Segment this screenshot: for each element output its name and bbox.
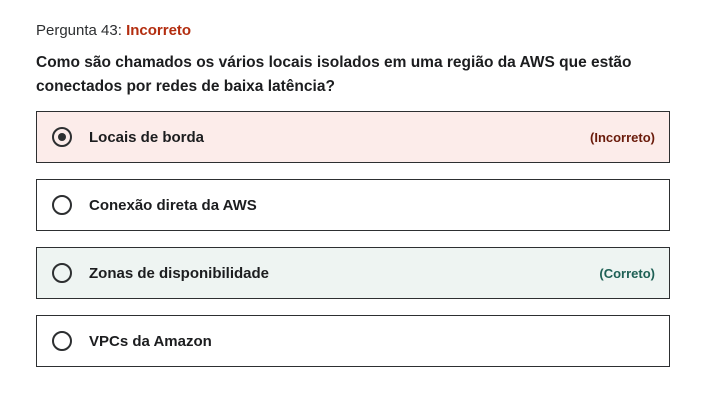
answer-label: VPCs da Amazon xyxy=(89,332,212,350)
radio-unselected-icon[interactable] xyxy=(52,331,72,351)
question-panel: Pergunta 43: Incorreto Como são chamados… xyxy=(36,20,670,383)
answer-option-locais-de-borda[interactable]: Locais de borda (Incorreto) xyxy=(36,111,670,163)
radio-unselected-icon[interactable] xyxy=(52,263,72,283)
answer-label: Locais de borda xyxy=(89,128,205,146)
result-status: Incorreto xyxy=(126,22,192,39)
correct-tag: (Correto) xyxy=(599,265,655,281)
radio-selected-icon[interactable] xyxy=(52,127,72,147)
answer-label: Conexão direta da AWS xyxy=(89,196,257,214)
question-number: Pergunta 43: xyxy=(36,22,122,39)
radio-unselected-icon[interactable] xyxy=(52,195,72,215)
answer-option-vpcs-da-amazon[interactable]: VPCs da Amazon xyxy=(36,315,670,367)
answer-options: Locais de borda (Incorreto) Conexão dire… xyxy=(36,111,670,367)
incorrect-tag: (Incorreto) xyxy=(590,129,655,145)
question-text: Como são chamados os vários locais isola… xyxy=(36,54,632,95)
answer-option-conexao-direta[interactable]: Conexão direta da AWS xyxy=(36,179,670,231)
answer-option-zonas-de-disponibilidade[interactable]: Zonas de disponibilidade (Correto) xyxy=(36,247,670,299)
question-header: Pergunta 43: Incorreto xyxy=(36,20,670,42)
answer-label: Zonas de disponibilidade xyxy=(89,264,270,282)
